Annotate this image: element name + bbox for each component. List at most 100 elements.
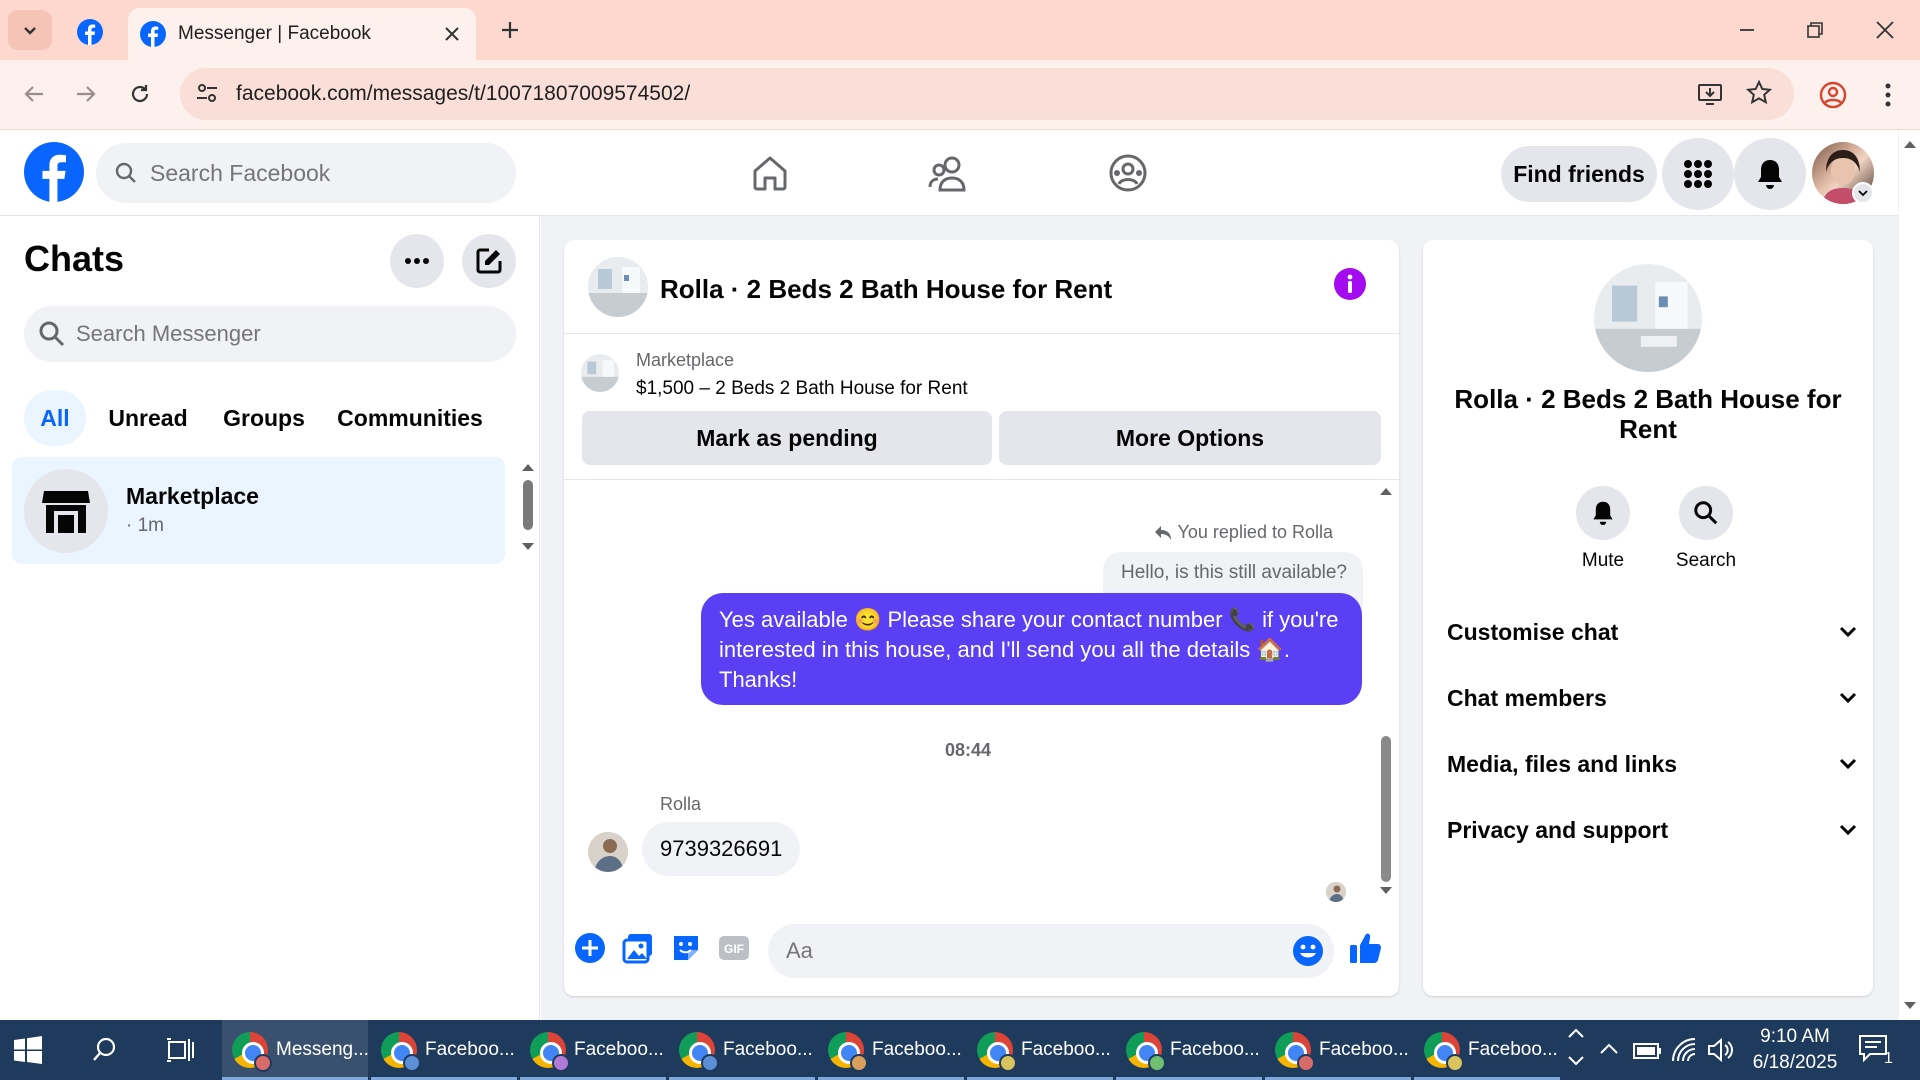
battery-icon xyxy=(1633,1043,1661,1059)
taskbar-app-chrome[interactable]: Faceboo... xyxy=(1265,1020,1411,1080)
reply-note: You replied to Rolla xyxy=(1177,522,1333,542)
filter-tab-communities[interactable]: Communities xyxy=(330,390,490,446)
thumbs-up-icon xyxy=(1350,933,1381,963)
received-message-bubble[interactable]: 9739326691 xyxy=(642,822,801,876)
message-input-box[interactable] xyxy=(768,924,1334,978)
new-tab-button[interactable] xyxy=(490,10,530,50)
chat-avatar[interactable] xyxy=(588,257,648,317)
message-list: You replied to Rolla Hello, is this stil… xyxy=(564,480,1399,902)
page-scrollbar[interactable] xyxy=(1898,130,1920,1020)
start-button[interactable] xyxy=(14,1036,48,1064)
sent-message-bubble[interactable]: Yes available 😊 Please share your contac… xyxy=(701,593,1362,705)
conversation-list-item[interactable]: Marketplace · 1m xyxy=(12,457,505,564)
message-input[interactable] xyxy=(786,938,1256,964)
taskbar-app-chrome[interactable]: Faceboo... xyxy=(1414,1020,1560,1080)
notifications-button[interactable] xyxy=(1734,138,1806,210)
filter-tab-groups[interactable]: Groups xyxy=(214,390,314,446)
section-media-files-links[interactable]: Media, files and links xyxy=(1447,744,1857,784)
profile-button[interactable] xyxy=(1812,74,1854,116)
mute-button[interactable]: Mute xyxy=(1563,486,1643,572)
volume-indicator[interactable] xyxy=(1706,1036,1734,1064)
house-photo-icon xyxy=(588,257,648,317)
taskbar-app-chrome[interactable]: Faceboo... xyxy=(669,1020,815,1080)
taskbar-app-chrome[interactable]: Faceboo... xyxy=(520,1020,666,1080)
filter-tab-unread[interactable]: Unread xyxy=(98,390,198,446)
reload-button[interactable] xyxy=(120,74,160,114)
browser-menu-button[interactable] xyxy=(1868,74,1908,116)
site-info-icon[interactable] xyxy=(194,80,220,106)
more-actions-button[interactable] xyxy=(574,932,606,964)
gif-button[interactable]: GIF xyxy=(718,932,750,964)
scrollbar-thumb[interactable] xyxy=(523,480,533,530)
menu-button[interactable] xyxy=(1662,138,1734,210)
close-tab-button[interactable] xyxy=(436,18,468,50)
taskbar-app-chrome[interactable]: Messeng... xyxy=(222,1020,369,1080)
messenger-search-input[interactable] xyxy=(76,321,496,347)
facebook-search-bar[interactable] xyxy=(96,143,516,203)
back-button[interactable] xyxy=(14,74,54,114)
restore-button[interactable] xyxy=(1792,8,1838,52)
filter-tab-all[interactable]: All xyxy=(24,390,86,446)
section-chat-members[interactable]: Chat members xyxy=(1447,678,1857,718)
taskbar-app-chrome[interactable]: Faceboo... xyxy=(967,1020,1113,1080)
facebook-search-input[interactable] xyxy=(150,159,490,187)
nav-friends[interactable] xyxy=(898,142,998,204)
search-in-conversation-button[interactable]: Search xyxy=(1661,486,1751,572)
taskbar-search-button[interactable] xyxy=(92,1036,122,1066)
attach-photo-button[interactable] xyxy=(622,932,654,964)
browser-tab-bar: Messenger | Facebook xyxy=(0,0,1920,60)
chat-options-button[interactable] xyxy=(390,234,444,288)
sidebar-scrollbar[interactable] xyxy=(518,460,538,560)
account-menu-chevron[interactable] xyxy=(1852,182,1874,204)
network-indicator[interactable] xyxy=(1670,1036,1698,1064)
minimize-button[interactable] xyxy=(1724,8,1770,52)
scrollbar-thumb[interactable] xyxy=(1381,736,1391,882)
install-app-icon[interactable] xyxy=(1696,80,1724,108)
emoji-button[interactable] xyxy=(1292,935,1324,967)
tab-title: Messenger | Facebook xyxy=(178,23,371,44)
chrome-icon xyxy=(828,1032,868,1072)
listing-summary[interactable]: $1,500 – 2 Beds 2 Bath House for Rent xyxy=(636,378,968,400)
more-options-button[interactable]: More Options xyxy=(999,411,1381,465)
taskbar-scroll[interactable] xyxy=(1566,1026,1590,1074)
close-icon xyxy=(445,27,459,41)
close-window-button[interactable] xyxy=(1862,8,1908,52)
section-privacy-support[interactable]: Privacy and support xyxy=(1447,810,1857,850)
pinned-facebook-tab[interactable] xyxy=(70,12,110,52)
composer: GIF xyxy=(564,920,1399,996)
info-avatar[interactable] xyxy=(1594,264,1702,372)
listing-thumbnail[interactable] xyxy=(581,354,619,392)
show-hidden-icons-button[interactable] xyxy=(1598,1038,1620,1060)
facebook-logo-icon xyxy=(24,142,84,202)
like-button[interactable] xyxy=(1348,930,1384,966)
home-icon xyxy=(753,156,787,191)
battery-indicator[interactable] xyxy=(1632,1038,1662,1062)
find-friends-button[interactable]: Find friends xyxy=(1501,146,1657,202)
chat-title[interactable]: Rolla · 2 Beds 2 Bath House for Rent xyxy=(660,274,1112,305)
sticker-button[interactable] xyxy=(670,932,702,964)
notification-center-button[interactable]: 1 xyxy=(1858,1034,1898,1068)
section-customise-chat[interactable]: Customise chat xyxy=(1447,612,1857,652)
volume-icon xyxy=(1708,1037,1733,1063)
taskbar-app-label: Faceboo... xyxy=(872,1039,962,1060)
new-message-button[interactable] xyxy=(462,234,516,288)
messenger-search-bar[interactable] xyxy=(24,306,516,362)
forward-button[interactable] xyxy=(66,74,106,114)
facebook-logo[interactable] xyxy=(24,142,84,202)
taskbar-app-chrome[interactable]: Faceboo... xyxy=(1116,1020,1262,1080)
bookmark-star-icon[interactable] xyxy=(1746,80,1772,106)
chevron-down-icon xyxy=(1839,824,1857,836)
task-view-button[interactable] xyxy=(166,1036,196,1066)
clock[interactable]: 9:10 AM 6/18/2025 xyxy=(1740,1024,1850,1076)
nav-groups[interactable] xyxy=(1078,142,1178,204)
nav-home[interactable] xyxy=(720,142,820,204)
conversation-info-button[interactable] xyxy=(1334,268,1366,300)
sender-avatar[interactable] xyxy=(588,832,628,872)
tab-search-button[interactable] xyxy=(8,10,52,50)
active-tab[interactable]: Messenger | Facebook xyxy=(128,8,476,60)
chat-scrollbar[interactable] xyxy=(1376,480,1396,900)
address-bar[interactable]: facebook.com/messages/t/1007180700957450… xyxy=(180,68,1794,120)
taskbar-app-chrome[interactable]: Faceboo... xyxy=(818,1020,964,1080)
mark-pending-button[interactable]: Mark as pending xyxy=(582,411,992,465)
taskbar-app-chrome[interactable]: Faceboo... xyxy=(371,1020,517,1080)
